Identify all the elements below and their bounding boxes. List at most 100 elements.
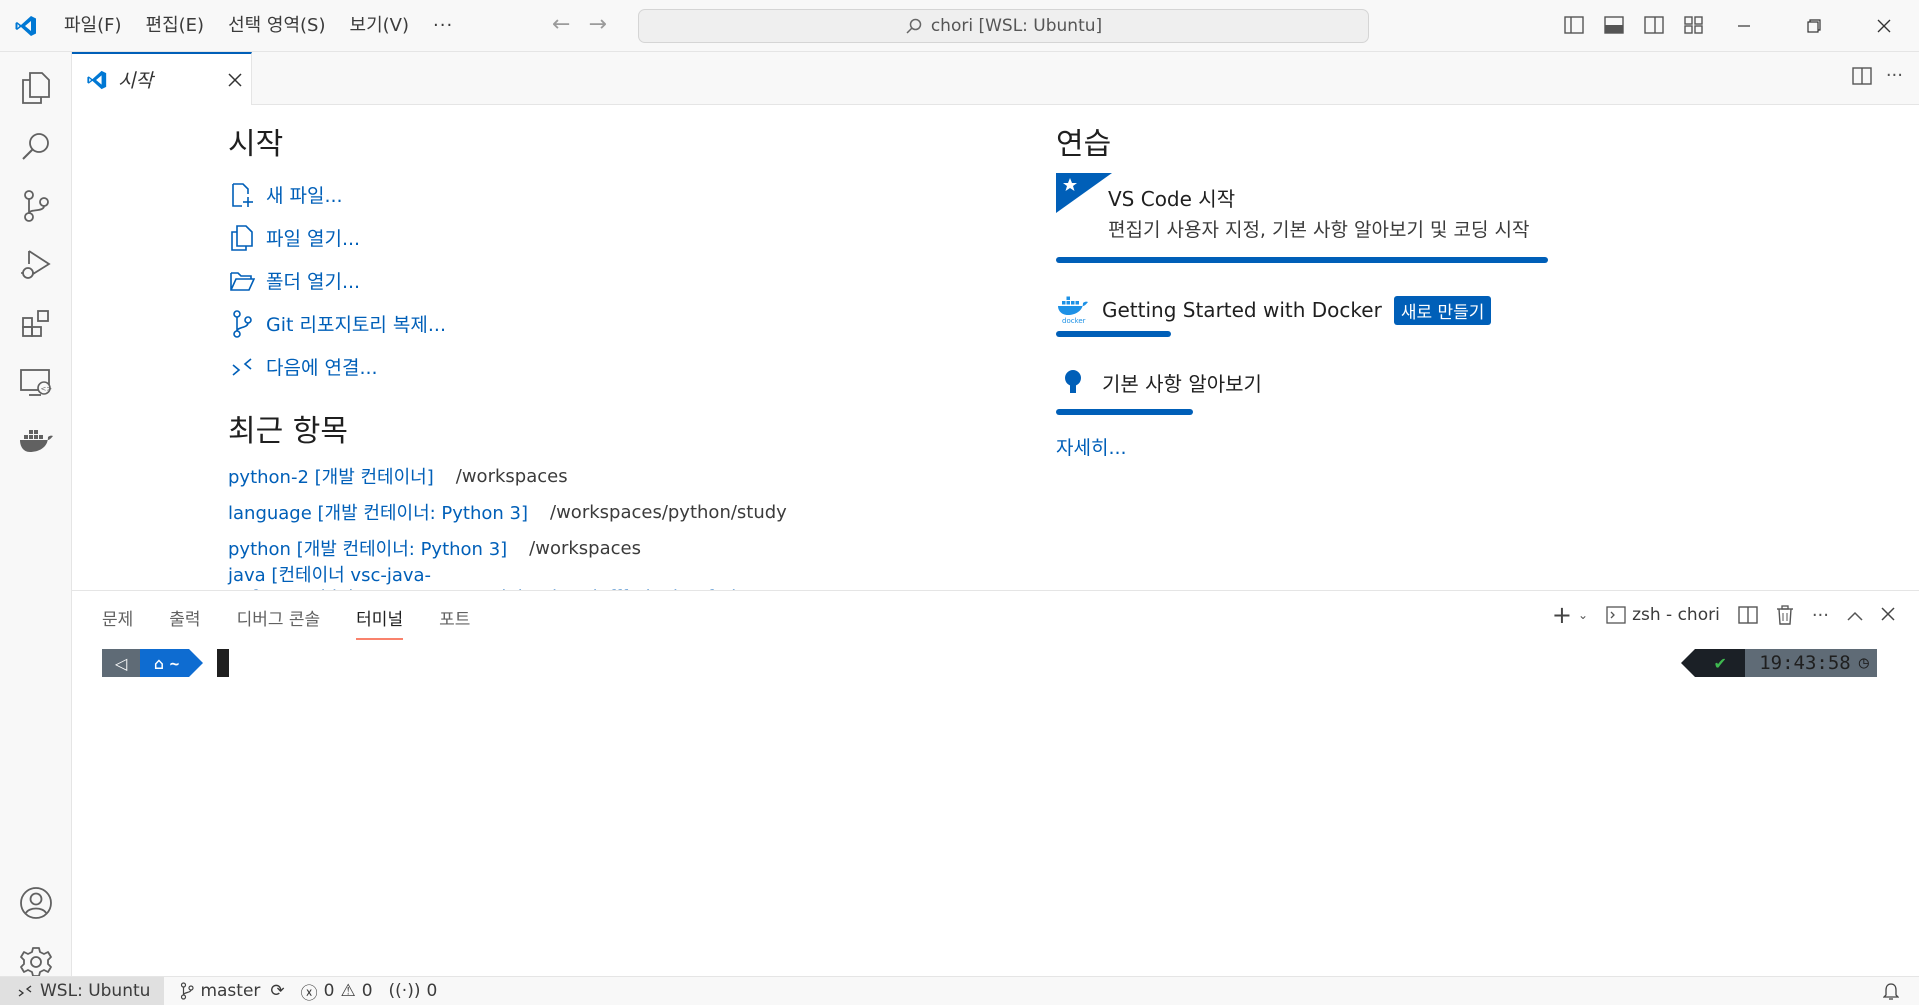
trash-icon[interactable] <box>1776 605 1794 625</box>
open-file-link[interactable]: 파일 열기... <box>228 216 988 259</box>
walkthrough-docker[interactable]: docker Getting Started with Docker 새로 만들… <box>1056 285 1616 337</box>
walkthrough-vscode-desc: 편집기 사용자 지정, 기본 사항 알아보기 및 코딩 시작 <box>1108 219 1530 241</box>
walkthrough-vscode-title: VS Code 시작 <box>1108 187 1236 211</box>
notifications-bell-icon[interactable] <box>1882 982 1900 1005</box>
close-panel-icon[interactable] <box>1881 606 1895 625</box>
tab-output[interactable]: 출력 <box>169 605 200 640</box>
new-terminal-icon[interactable]: + <box>1552 601 1572 629</box>
docker-icon[interactable] <box>0 405 72 477</box>
menu-file[interactable]: 파일(F) <box>52 9 134 43</box>
walkthrough-vscode-progress <box>1056 257 1548 263</box>
split-terminal-icon[interactable] <box>1738 605 1758 625</box>
open-folder-icon <box>228 267 256 295</box>
recent-item-name[interactable]: python-2 [개발 컨테이너] <box>228 463 434 489</box>
command-center-search[interactable]: chori [WSL: Ubuntu] <box>638 9 1369 43</box>
walkthrough-basics-row: 기본 사항 알아보기 <box>1056 357 1616 407</box>
docker-logo-icon: docker <box>1058 296 1088 325</box>
terminal-selector[interactable]: zsh - chori <box>1606 605 1720 625</box>
status-bar: WSL: Ubuntu master ⟳ ⓧ 0 ⚠ 0 ((·)) 0 <box>0 976 1919 1005</box>
layout-controls <box>1562 13 1706 37</box>
connect-to-label: 다음에 연결... <box>266 357 378 379</box>
tab-debug-console[interactable]: 디버그 콘솔 <box>237 605 321 640</box>
command-center-label: chori [WSL: Ubuntu] <box>930 16 1103 36</box>
walkthrough-basics[interactable]: 기본 사항 알아보기 <box>1056 357 1616 415</box>
back-arrow-icon[interactable]: ← <box>552 12 570 37</box>
forward-arrow-icon[interactable]: → <box>588 12 606 37</box>
recent-item-path: /workspaces <box>529 537 641 559</box>
new-badge: 새로 만들기 <box>1393 295 1492 325</box>
title-bar: 파일(F) 편집(E) 선택 영역(S) 보기(V) ··· ← → chori… <box>0 0 1919 52</box>
toggle-secondary-sidebar-icon[interactable] <box>1642 13 1666 37</box>
restore-icon[interactable] <box>1779 0 1849 52</box>
menu-bar: 파일(F) 편집(E) 선택 영역(S) 보기(V) ··· <box>52 9 465 43</box>
lightbulb-icon <box>1065 370 1081 393</box>
navigation-arrows: ← → <box>552 12 607 37</box>
recent-item-name[interactable]: python [개발 컨테이너: Python 3] <box>228 535 507 561</box>
tab-terminal[interactable]: 터미널 <box>356 605 404 640</box>
more-actions-icon[interactable]: ··· <box>1886 66 1903 86</box>
terminal-prompt[interactable]: ◁ ⌂ ~ <box>102 649 230 677</box>
recent-item[interactable]: python-2 [개발 컨테이너] /workspaces <box>228 458 988 494</box>
split-editor-icon[interactable] <box>1852 66 1872 86</box>
remote-icon <box>18 985 32 997</box>
home-icon: ⌂ <box>154 653 164 673</box>
chevron-down-icon[interactable]: ⌄ <box>1578 608 1588 622</box>
minimize-icon[interactable] <box>1709 0 1779 52</box>
panel-more-icon[interactable]: ··· <box>1812 605 1829 626</box>
tab-ports[interactable]: 포트 <box>439 605 470 640</box>
menu-more-icon[interactable]: ··· <box>421 15 465 36</box>
recent-item-name[interactable]: java [컨테이너 vsc-java-38f4859edd7b569317ac… <box>228 561 966 591</box>
toggle-primary-sidebar-icon[interactable] <box>1562 13 1586 37</box>
open-file-label: 파일 열기... <box>266 228 361 250</box>
walkthroughs-heading: 연습 <box>1056 127 1112 162</box>
warning-count: 0 <box>361 981 373 1001</box>
recent-item[interactable]: language [개발 컨테이너: Python 3] /workspaces… <box>228 494 988 530</box>
tab-problems[interactable]: 문제 <box>102 605 133 640</box>
open-folder-link[interactable]: 폴더 열기... <box>228 259 988 302</box>
toggle-panel-icon[interactable] <box>1602 13 1626 37</box>
recent-heading: 최근 항목 <box>228 414 348 449</box>
error-count: 0 <box>323 981 335 1001</box>
tab-welcome[interactable]: 시작 <box>72 52 252 105</box>
recent-item-name[interactable]: language [개발 컨테이너: Python 3] <box>228 499 528 525</box>
prompt-directory: ⌂ ~ <box>140 649 204 677</box>
linux-os-icon: ◁ <box>102 649 140 677</box>
git-branch-icon <box>181 982 195 1000</box>
more-walkthroughs-link[interactable]: 자세히... <box>1056 433 1616 460</box>
terminal-cursor <box>217 649 230 677</box>
warning-icon: ⚠ <box>340 981 356 1001</box>
menu-selection[interactable]: 선택 영역(S) <box>216 9 337 43</box>
search-icon <box>906 18 922 34</box>
terminal-name: zsh - chori <box>1632 605 1720 625</box>
terminal-icon <box>1606 606 1626 624</box>
menu-view[interactable]: 보기(V) <box>338 9 421 43</box>
bottom-panel: 문제 출력 디버그 콘솔 터미널 포트 + ⌄ zsh - chori ··· … <box>72 590 1919 976</box>
start-column: 시작 새 파일... 파일 열기... 폴더 열기... Git 리포지토리 복… <box>228 119 988 590</box>
recent-item[interactable]: java [컨테이너 vsc-java-38f4859edd7b569317ac… <box>228 565 988 591</box>
tab-label: 시작 <box>118 70 153 92</box>
walkthrough-docker-progress <box>1056 331 1171 337</box>
problems-status[interactable]: ⓧ 0 ⚠ 0 <box>301 979 373 1004</box>
connect-to-link[interactable]: 다음에 연결... <box>228 345 988 388</box>
featured-star-icon <box>1056 173 1112 213</box>
panel-actions: + ⌄ zsh - chori ··· <box>1552 601 1895 629</box>
git-branch-status[interactable]: master ⟳ <box>180 981 285 1001</box>
vscode-logo-icon <box>0 0 52 52</box>
clock-icon: ◷ <box>1858 653 1869 673</box>
walkthrough-basics-progress <box>1056 409 1193 415</box>
maximize-panel-icon[interactable] <box>1847 606 1863 625</box>
ports-status[interactable]: ((·)) 0 <box>389 981 438 1001</box>
menu-edit[interactable]: 편집(E) <box>134 9 217 43</box>
close-tab-icon[interactable] <box>228 72 242 87</box>
vscode-tab-icon <box>87 70 107 89</box>
close-window-icon[interactable] <box>1849 0 1919 52</box>
activity-bar: <> <box>0 52 72 977</box>
clone-git-link[interactable]: Git 리포지토리 복제... <box>228 302 988 345</box>
sync-icon[interactable]: ⟳ <box>270 981 284 1001</box>
customize-layout-icon[interactable] <box>1682 13 1706 37</box>
walkthrough-vscode[interactable]: VS Code 시작 편집기 사용자 지정, 기본 사항 알아보기 및 코딩 시… <box>1056 173 1616 265</box>
success-check-icon: ✔ <box>1681 649 1746 677</box>
new-file-icon <box>228 181 256 209</box>
new-file-link[interactable]: 새 파일... <box>228 173 988 216</box>
remote-indicator[interactable]: WSL: Ubuntu <box>0 976 165 1005</box>
